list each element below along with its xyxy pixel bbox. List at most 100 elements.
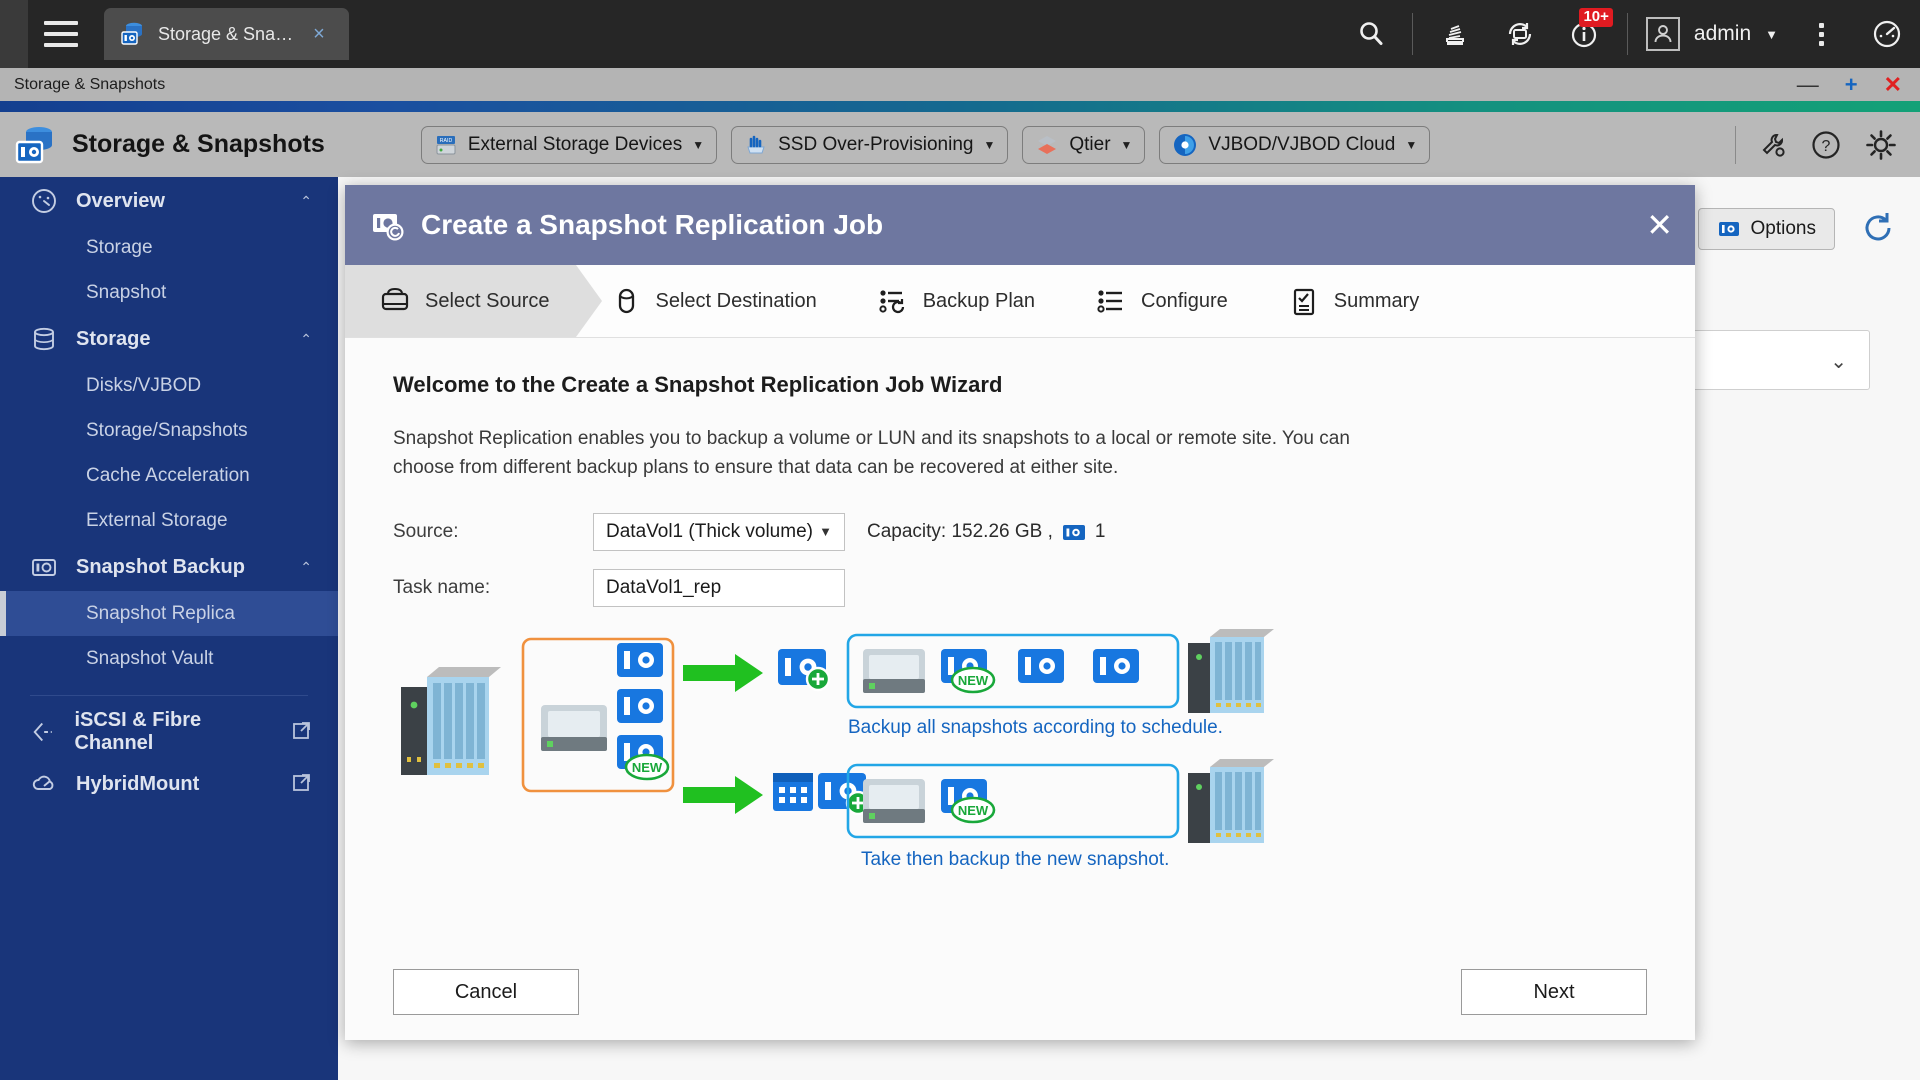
toolbar-divider (1411, 13, 1413, 55)
iscsi-icon (33, 722, 52, 742)
close-dialog-button[interactable]: ✕ (1646, 209, 1673, 241)
sidebar-group-storage[interactable]: Storage ⌃ (0, 315, 338, 363)
app-tab-storage-snapshots[interactable]: Storage & Sna… × (104, 8, 349, 60)
app-title: Storage & Snapshots (72, 130, 325, 158)
svg-text:?: ? (1822, 138, 1831, 155)
vjbod-cloud-dropdown[interactable]: VJBOD/VJBOD Cloud ▼ (1159, 125, 1431, 164)
wizard-step-label: Select Source (425, 289, 550, 312)
options-button[interactable]: Options (1697, 208, 1835, 250)
dropdown-label: SSD Over-Provisioning (778, 133, 974, 155)
sidebar-group-snapshot-backup[interactable]: Snapshot Backup ⌃ (0, 543, 338, 591)
dest-snapshot-new-bottom: NEW (941, 778, 996, 824)
sidebar-nav: Overview ⌃ Storage Snapshot Storage ⌃ Di… (0, 177, 338, 1080)
close-window-button[interactable]: ✕ (1884, 73, 1902, 96)
gear-icon[interactable] (1864, 128, 1898, 162)
sidebar-item-overview-snapshot[interactable]: Snapshot (0, 270, 338, 315)
sidebar-group-overview[interactable]: Overview ⌃ (0, 177, 338, 225)
dialog-title-bar: Create a Snapshot Replication Job ✕ (345, 185, 1695, 265)
qtier-dropdown[interactable]: Qtier ▼ (1022, 125, 1146, 164)
source-field-row: Source: DataVol1 (Thick volume) ▼ Capaci… (393, 512, 1647, 551)
dialog-title: Create a Snapshot Replication Job (421, 209, 884, 240)
arrow-bottom (683, 775, 763, 814)
snapshot-replication-icon (373, 214, 404, 241)
arrow-top (683, 653, 763, 692)
window-title-bar: Storage & Snapshots — + ✕ (0, 68, 1920, 101)
sidebar-group-label: Storage (76, 327, 151, 350)
welcome-heading: Welcome to the Create a Snapshot Replica… (393, 372, 1003, 397)
accent-strip (0, 101, 1920, 112)
cancel-button[interactable]: Cancel (393, 969, 579, 1015)
chevron-up-icon: ⌃ (300, 330, 312, 347)
add-snapshot-icon (778, 648, 831, 692)
sidebar-item-overview-storage[interactable]: Storage (0, 225, 338, 270)
backup-plan-icon (879, 290, 904, 314)
wizard-step-backup-plan[interactable]: Backup Plan (843, 265, 1061, 337)
help-icon[interactable]: ? (1810, 129, 1842, 161)
wizard-step-configure[interactable]: Configure (1061, 265, 1254, 337)
wizard-step-summary[interactable]: Summary (1254, 265, 1446, 337)
hamburger-icon (44, 21, 78, 25)
capacity-info: Capacity: 152.26 GB , 1 (867, 520, 1105, 544)
external-storage-devices-dropdown[interactable]: RAID External Storage Devices ▼ (420, 125, 718, 164)
dialog-body: Welcome to the Create a Snapshot Replica… (345, 338, 1695, 1038)
ssd-over-provisioning-dropdown[interactable]: SSD Over-Provisioning ▼ (731, 125, 1009, 164)
chevron-down-icon: ▼ (692, 137, 705, 152)
overview-gauge-icon (32, 189, 56, 213)
sidebar-item-cache-acceleration[interactable]: Cache Acceleration (0, 453, 338, 498)
source-nas-icon (401, 666, 501, 775)
sidebar-item-hybridmount[interactable]: HybridMount (0, 758, 338, 810)
caption-top-label: Backup all snapshots according to schedu… (848, 717, 1223, 738)
more-vertical-icon[interactable] (1788, 0, 1854, 68)
wizard-step-select-destination[interactable]: Select Destination (576, 265, 843, 337)
snapshot-backup-icon (32, 559, 56, 576)
window-title-label: Storage & Snapshots (14, 75, 166, 93)
close-icon[interactable]: × (313, 24, 325, 44)
refresh-icon[interactable] (1858, 208, 1898, 253)
wrench-settings-icon[interactable] (1758, 130, 1788, 160)
resource-monitor-icon[interactable] (1421, 0, 1487, 68)
external-link-icon (292, 772, 312, 797)
dashboard-gauge-icon[interactable] (1854, 0, 1920, 68)
user-avatar-icon (1645, 17, 1680, 51)
chevron-up-icon: ⌃ (300, 192, 312, 209)
info-icon[interactable]: 10+ (1553, 0, 1619, 68)
illustration-svg: NEW NEW Backup all snapshots according t… (401, 628, 1274, 870)
sidebar-item-label: Snapshot Replica (86, 602, 235, 624)
sidebar-item-disks-vjbod[interactable]: Disks/VJBOD (0, 363, 338, 408)
storage-snapshots-icon (121, 22, 142, 45)
wizard-step-label: Select Destination (655, 289, 817, 312)
chevron-down-icon: ▼ (1765, 26, 1778, 42)
add-snapshot-icon-bottom (818, 772, 871, 816)
taskname-label: Task name: (393, 576, 491, 598)
sidebar-item-label: HybridMount (76, 772, 200, 795)
main-menu-button[interactable] (28, 0, 94, 68)
sidebar-item-snapshot-replica[interactable]: Snapshot Replica (0, 591, 338, 636)
minimize-button[interactable]: — (1797, 73, 1819, 96)
destination-nas-icon-top (1188, 628, 1274, 713)
sidebar-item-external-storage[interactable]: External Storage (0, 498, 338, 543)
sidebar-item-snapshot-vault[interactable]: Snapshot Vault (0, 636, 338, 681)
source-volume-icon (541, 704, 607, 751)
taskbar-left-edge (0, 0, 28, 68)
search-icon[interactable] (1338, 0, 1404, 68)
create-snapshot-replication-job-dialog: Create a Snapshot Replication Job ✕ Sele… (345, 185, 1695, 1040)
sidebar-item-iscsi-fibre-channel[interactable]: iSCSI & Fibre Channel (0, 706, 338, 758)
wizard-description: Snapshot Replication enables you to back… (393, 428, 1350, 479)
user-menu-button[interactable]: admin ▼ (1636, 17, 1788, 51)
destination-nas-icon-bottom (1188, 758, 1274, 843)
maximize-button[interactable]: + (1845, 73, 1858, 96)
header-tools: ? (1735, 125, 1898, 164)
sidebar-item-label: External Storage (86, 509, 228, 531)
wizard-step-select-source[interactable]: Select Source (345, 265, 601, 337)
backup-sync-icon[interactable] (1487, 0, 1553, 68)
external-link-icon (292, 720, 312, 745)
sidebar-item-storage-snapshots[interactable]: Storage/Snapshots (0, 408, 338, 453)
taskname-input[interactable] (593, 568, 845, 607)
next-button[interactable]: Next (1461, 969, 1647, 1015)
source-select[interactable]: DataVol1 (Thick volume) ▼ (593, 512, 845, 551)
wizard-step-label: Summary (1333, 289, 1420, 312)
source-value: DataVol1 (Thick volume) (606, 520, 813, 542)
chevron-down-icon: ▼ (1120, 137, 1133, 152)
app-header: Storage & Snapshots RAID External Storag… (0, 112, 1920, 177)
dest-volume-icon-bottom (863, 778, 925, 823)
